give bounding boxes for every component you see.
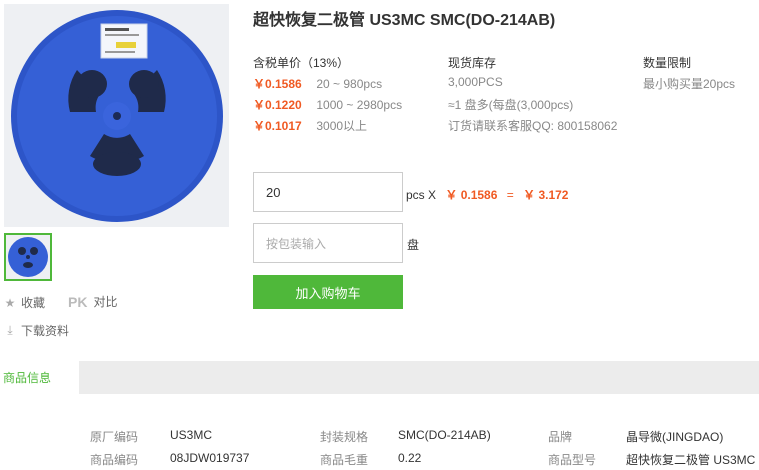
factory-code-label: 原厂编码: [90, 430, 139, 444]
reel-quantity-input[interactable]: 按包装输入: [253, 223, 403, 263]
product-main-image[interactable]: [4, 4, 229, 227]
model-label: 商品型号: [548, 453, 597, 467]
equals-sign: =: [506, 188, 514, 202]
product-thumbnail[interactable]: [4, 233, 52, 281]
tier-price: ￥0.1220: [253, 98, 302, 112]
detail-tabs: 商品信息: [0, 361, 759, 394]
factory-code-value: US3MC: [170, 428, 213, 442]
price-tiers: 含税单价（13%） ￥0.1586 20 ~ 980pcs ￥0.1220 10…: [253, 54, 403, 133]
unit-x-label: pcs X: [406, 188, 437, 202]
weight-value: 0.22: [398, 451, 422, 465]
price-tier-row: ￥0.1220 1000 ~ 2980pcs: [253, 96, 403, 112]
tier-range: 1000 ~ 2980pcs: [316, 98, 403, 112]
price-tier-row: ￥0.1017 3000以上: [253, 117, 402, 133]
tier-price: ￥0.1586: [253, 77, 302, 91]
price-calculation: pcs X ￥ 0.1586 = ￥ 3.172: [406, 186, 568, 203]
star-icon: ★: [4, 295, 16, 310]
tier-price: ￥0.1017: [253, 119, 302, 133]
quantity-limit: 数量限制 最小购买量20pcs: [643, 54, 736, 91]
total-price: ￥ 3.172: [523, 188, 569, 202]
product-code-value: 08JDW019737: [170, 451, 250, 465]
brand-value[interactable]: 晶导微(JINGDAO): [626, 428, 723, 445]
compare-label: 对比: [93, 295, 118, 309]
stock-info: 现货库存 3,000PCS ≈1 盘多(每盘(3,000pcs) 订货请联系客服…: [448, 54, 618, 133]
tier-range: 3000以上: [316, 119, 368, 133]
stock-header: 现货库存: [448, 56, 497, 70]
package-label: 封装规格: [320, 430, 369, 444]
price-header: 含税单价（13%）: [253, 56, 350, 70]
limit-header: 数量限制: [643, 56, 692, 70]
model-value: 超快恢复二极管 US3MC: [626, 453, 756, 467]
price-tier-row: ￥0.1586 20 ~ 980pcs: [253, 75, 402, 91]
product-title: 超快恢复二极管 US3MC SMC(DO-214AB): [253, 12, 556, 29]
add-to-cart-button[interactable]: 加入购物车: [253, 275, 403, 309]
stock-quantity: 3,000PCS: [448, 75, 503, 89]
min-order: 最小购买量20pcs: [643, 77, 736, 91]
unit-price: ￥ 0.1586: [445, 188, 498, 202]
tier-range: 20 ~ 980pcs: [316, 77, 383, 91]
product-code-label: 商品编码: [90, 453, 139, 467]
download-icon: ⤓: [7, 323, 13, 337]
quantity-input[interactable]: 20: [253, 172, 403, 212]
stock-reel-info: ≈1 盘多(每盘(3,000pcs): [448, 98, 574, 112]
download-datasheet-button[interactable]: ⤓ 下载资料: [4, 322, 69, 339]
tab-product-info[interactable]: 商品信息: [0, 361, 79, 394]
download-label: 下载资料: [21, 324, 70, 338]
stock-contact: 订货请联系客服QQ: 800158062: [448, 119, 618, 133]
favorite-label: 收藏: [21, 296, 46, 310]
weight-label: 商品毛重: [320, 453, 369, 467]
favorite-button[interactable]: ★ 收藏: [4, 294, 45, 311]
reel-unit-label: 盘: [407, 238, 420, 252]
pk-badge: PK: [68, 293, 88, 310]
reel-thumbnail-image: [6, 235, 50, 279]
compare-button[interactable]: PK 对比: [68, 293, 117, 310]
brand-label: 品牌: [548, 430, 573, 444]
package-value: SMC(DO-214AB): [398, 428, 491, 442]
reel-image: [4, 4, 229, 227]
